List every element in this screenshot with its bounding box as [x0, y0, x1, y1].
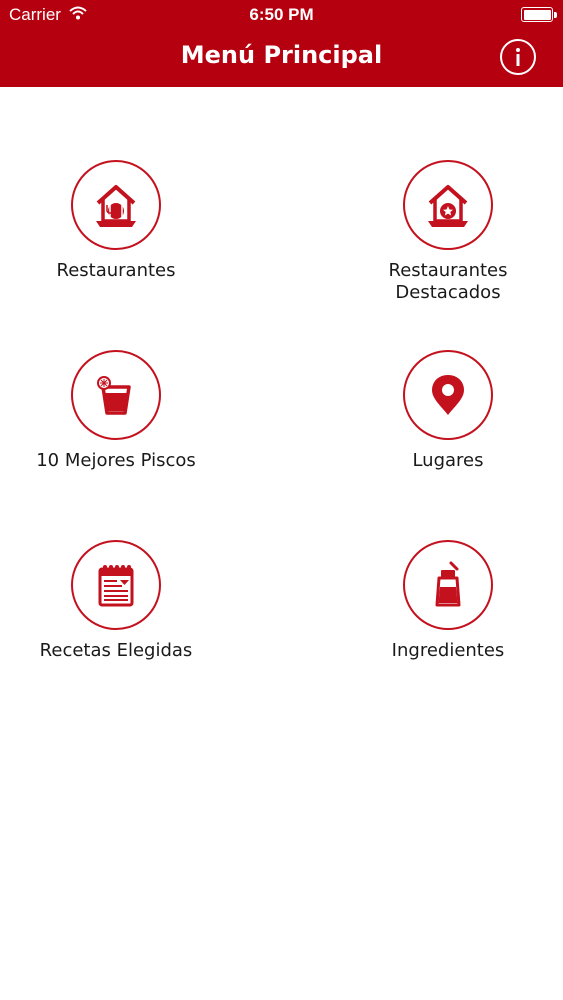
- menu-item-restaurantes[interactable]: Restaurantes: [16, 160, 216, 282]
- menu-item-recetas-elegidas[interactable]: Recetas Elegidas: [16, 540, 216, 662]
- recipe-book-icon: [71, 540, 161, 630]
- featured-restaurant-icon: [403, 160, 493, 250]
- battery-icon: [521, 7, 557, 22]
- menu-item-ingredientes[interactable]: Ingredientes: [348, 540, 548, 662]
- menu-item-restaurantes-destacados[interactable]: Restaurantes Destacados: [348, 160, 548, 304]
- menu-label: Restaurantes Destacados: [348, 260, 548, 304]
- ingredient-bottle-icon: [403, 540, 493, 630]
- menu-label-line2: Destacados: [395, 282, 501, 303]
- menu-label: Lugares: [412, 450, 484, 471]
- restaurant-icon: [71, 160, 161, 250]
- info-button[interactable]: [500, 39, 536, 75]
- menu-item-mejores-piscos[interactable]: 10 Mejores Piscos: [16, 350, 216, 472]
- menu-label: Ingredientes: [391, 640, 505, 661]
- menu-item-lugares[interactable]: Lugares: [348, 350, 548, 472]
- menu-label: Recetas Elegidas: [39, 640, 193, 661]
- status-bar: Carrier 6:50 PM: [0, 0, 563, 30]
- info-icon: [516, 48, 520, 66]
- menu-label-line1: Restaurantes: [388, 260, 508, 281]
- status-time: 6:50 PM: [249, 5, 314, 24]
- page-title: Menú Principal: [180, 41, 383, 69]
- navigation-bar: Menú Principal: [0, 30, 563, 87]
- menu-label: Restaurantes: [56, 260, 176, 281]
- menu-label: 10 Mejores Piscos: [36, 450, 196, 471]
- pisco-glass-icon: [71, 350, 161, 440]
- location-pin-icon: [403, 350, 493, 440]
